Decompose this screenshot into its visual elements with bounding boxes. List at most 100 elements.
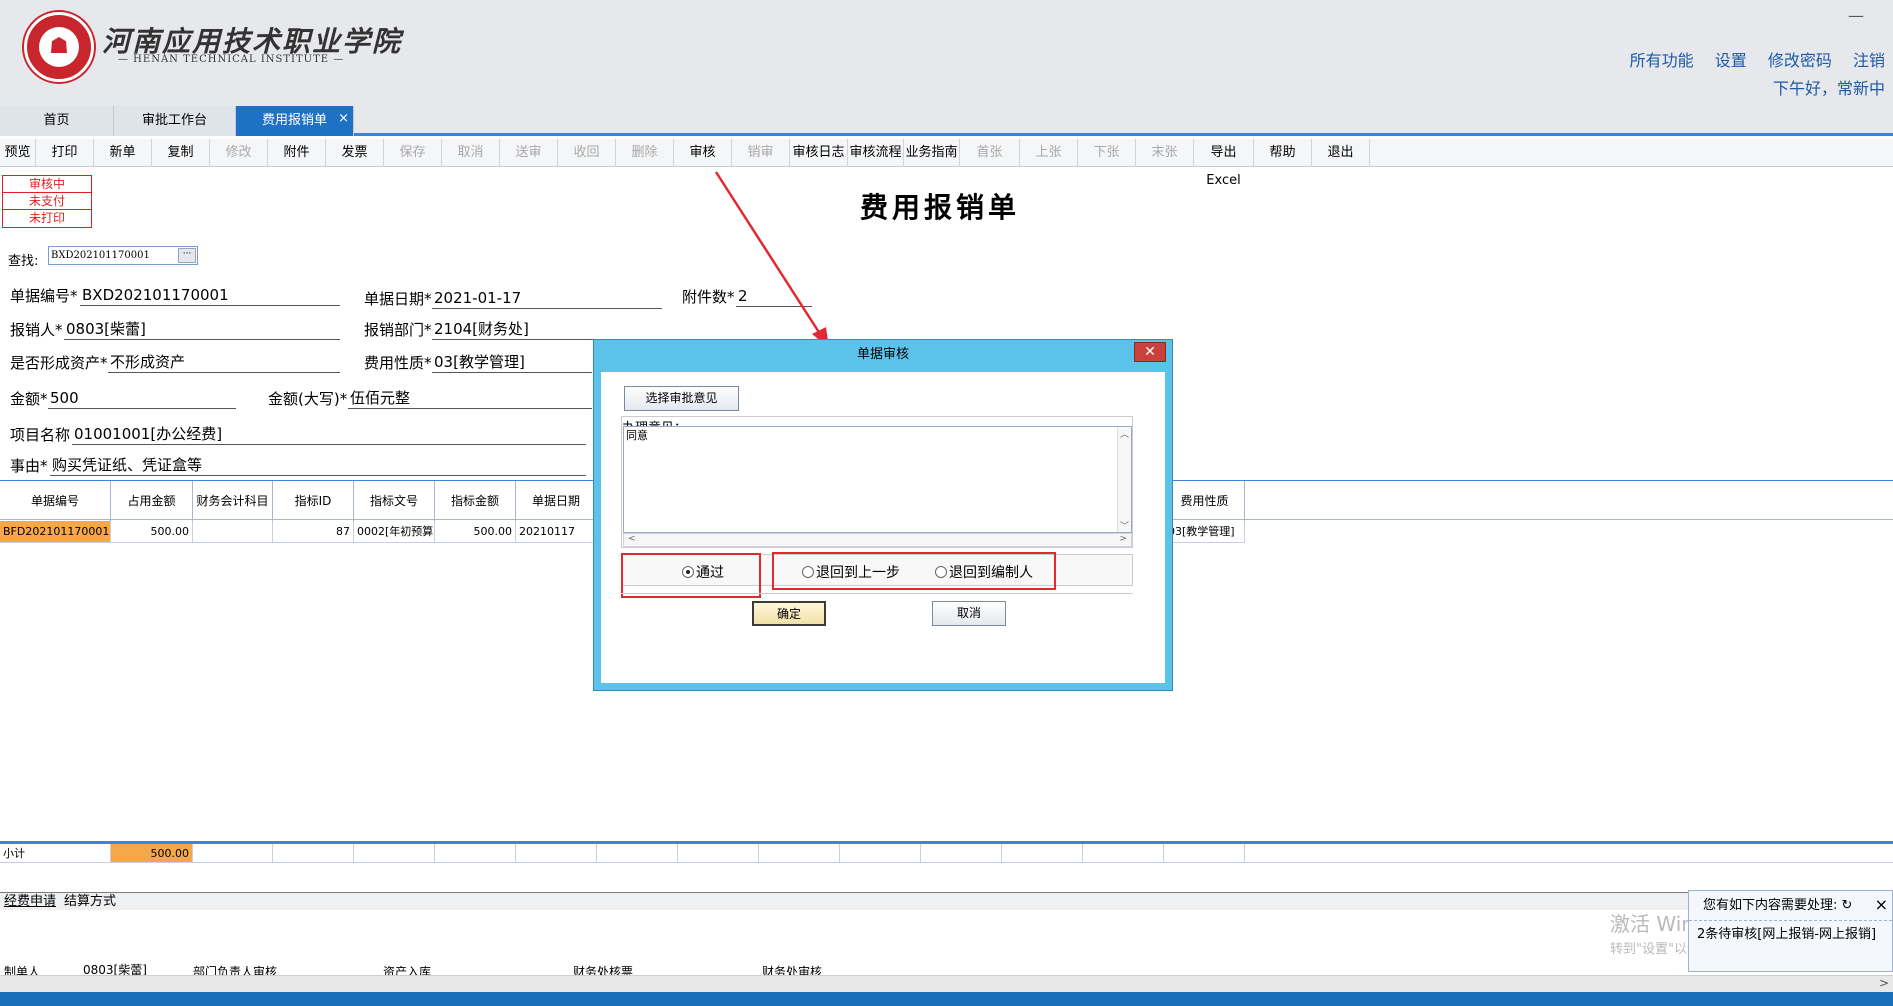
nature-input[interactable]: 03[教学管理] [432,353,592,373]
cell-account-subject[interactable] [193,521,273,543]
toolbar-last-button[interactable]: 末张 [1136,139,1194,167]
horizontal-scrollbar[interactable]: > [0,975,1893,992]
opinion-horizontal-scrollbar[interactable]: < > [623,533,1132,547]
scroll-right-icon[interactable]: > [1879,976,1889,990]
toolbar-next-button[interactable]: 下张 [1078,139,1136,167]
subtotal-cell [597,844,678,863]
opinion-vertical-scrollbar[interactable]: ︿ ﹀ [1117,427,1131,532]
col-indicator-id[interactable]: 指标ID [273,481,354,521]
dept-label: 报销部门* [364,321,432,339]
toolbar-preview-button[interactable]: 预览 [0,139,36,167]
status-unpaid: 未支付 [3,193,91,210]
refresh-icon[interactable]: ↻ [1842,898,1853,913]
scroll-right-icon[interactable]: > [1119,534,1127,544]
toolbar-submit-button[interactable]: 送审 [500,139,558,167]
toolbar-recall-button[interactable]: 收回 [558,139,616,167]
col-expense-nature[interactable]: 费用性质 [1164,481,1245,521]
dialog-close-button[interactable]: ✕ [1134,342,1166,362]
amount-cn-input[interactable]: 伍佰元整 [348,389,592,409]
subtotal-cell [921,844,1002,863]
date-input[interactable]: 2021-01-17 [432,289,662,309]
search-input[interactable]: BXD202101170001 ··· [48,246,198,265]
toolbar-unaudit-button[interactable]: 销审 [732,139,790,167]
dept-input[interactable]: 2104[财务处] [432,320,662,340]
toolbar-attach-button[interactable]: 附件 [268,139,326,167]
notification-close-icon[interactable]: × [1875,895,1888,914]
toolbar-first-button[interactable]: 首张 [960,139,1020,167]
toolbar-prev-button[interactable]: 上张 [1020,139,1078,167]
highlight-return-box [772,552,1056,590]
toolbar-print-button[interactable]: 打印 [36,139,94,167]
asset-input[interactable]: 不形成资产 [108,353,340,373]
col-doc-date[interactable]: 单据日期 [516,481,597,521]
link-change-password[interactable]: 修改密码 [1768,51,1832,70]
col-account-subject[interactable]: 财务会计科目 [193,481,273,521]
cell-indicator-amount[interactable]: 500.00 [435,521,516,543]
highlight-approve-box [621,553,761,598]
minimize-button[interactable]: — [1848,6,1864,25]
cell-indicator-doc[interactable]: 0002[年初预算] [354,521,435,543]
col-occupied-amount[interactable]: 占用金额 [111,481,193,521]
tab-settlement-method[interactable]: 结算方式 [64,893,116,910]
reason-label: 事由* [10,457,48,475]
scroll-up-icon[interactable]: ︿ [1118,427,1131,440]
reason-input[interactable]: 购买凭证纸、凭证盒等 [50,456,586,476]
ok-button[interactable]: 确定 [752,601,826,626]
search-more-button[interactable]: ··· [178,248,196,263]
col-indicator-amount[interactable]: 指标金额 [435,481,516,521]
cell-expense-nature[interactable]: 03[教学管理] [1164,521,1245,543]
tab-close-icon[interactable]: × [338,104,349,134]
project-input[interactable]: 01001001[办公经费] [72,425,586,445]
toolbar-business-guide-button[interactable]: 业务指南 [904,139,960,167]
subtotal-cell [354,844,435,863]
cell-doc-date[interactable]: 20210117 [516,521,597,543]
toolbar-export-excel-button[interactable]: 导出Excel [1194,139,1254,188]
opinion-textarea[interactable]: 同意 ︿ ﹀ [623,426,1132,533]
amount-input[interactable]: 500 [48,389,236,409]
col-doc-no[interactable]: 单据编号 [0,481,111,521]
toolbar-exit-button[interactable]: 退出 [1312,139,1370,167]
top-links: 所有功能 设置 修改密码 注销 [1614,47,1885,71]
toolbar-audit-flow-button[interactable]: 审核流程 [848,139,904,167]
subtotal-cell [1002,844,1083,863]
person-input[interactable]: 0803[柴蕾] [64,320,340,340]
attach-input[interactable]: 2 [736,287,812,307]
col-indicator-doc[interactable]: 指标文号 [354,481,435,521]
toolbar-invoice-button[interactable]: 发票 [326,139,384,167]
toolbar-edit-button[interactable]: 修改 [210,139,268,167]
toolbar-cancel-button[interactable]: 取消 [442,139,500,167]
toolbar-audit-button[interactable]: 审核 [674,139,732,167]
select-opinion-button[interactable]: 选择审批意见 [624,386,739,411]
tab-expense-claim[interactable]: 费用报销单 × [236,106,354,136]
link-all-functions[interactable]: 所有功能 [1630,51,1694,70]
subtotal-cell [273,844,354,863]
field-amount: 金额* 500 [10,388,236,409]
link-settings[interactable]: 设置 [1715,51,1747,70]
scroll-left-icon[interactable]: < [628,534,636,544]
cell-doc-no[interactable]: BFD202101170001 [0,521,111,543]
tab-home[interactable]: 首页 [0,106,114,136]
toolbar-help-button[interactable]: 帮助 [1254,139,1312,167]
person-label: 报销人* [10,321,63,339]
nature-label: 费用性质* [364,354,432,372]
tab-fund-application[interactable]: 经费申请 [4,893,56,910]
cancel-button[interactable]: 取消 [932,601,1006,626]
subtotal-cell [435,844,516,863]
document-title: 费用报销单 [860,191,1021,224]
toolbar-save-button[interactable]: 保存 [384,139,442,167]
link-logout[interactable]: 注销 [1853,51,1885,70]
doc-no-input[interactable]: BXD202101170001 [80,286,340,306]
toolbar-delete-button[interactable]: 删除 [616,139,674,167]
toolbar-audit-log-button[interactable]: 审核日志 [790,139,848,167]
notification-item[interactable]: 2条待审核[网上报销-网上报销] [1689,921,1892,949]
scroll-down-icon[interactable]: ﹀ [1118,519,1131,532]
subtotal-cell [759,844,840,863]
tab-approval-workbench[interactable]: 审批工作台 [114,106,236,136]
notification-panel: 您有如下内容需要处理: ↻ × 2条待审核[网上报销-网上报销] [1688,890,1893,972]
cell-occupied-amount[interactable]: 500.00 [111,521,193,543]
toolbar-copy-button[interactable]: 复制 [152,139,210,167]
field-reason: 事由* 购买凭证纸、凭证盒等 [10,455,586,476]
cell-indicator-id[interactable]: 87 [273,521,354,543]
toolbar-new-button[interactable]: 新单 [94,139,152,167]
field-dept: 报销部门* 2104[财务处] [364,319,662,340]
